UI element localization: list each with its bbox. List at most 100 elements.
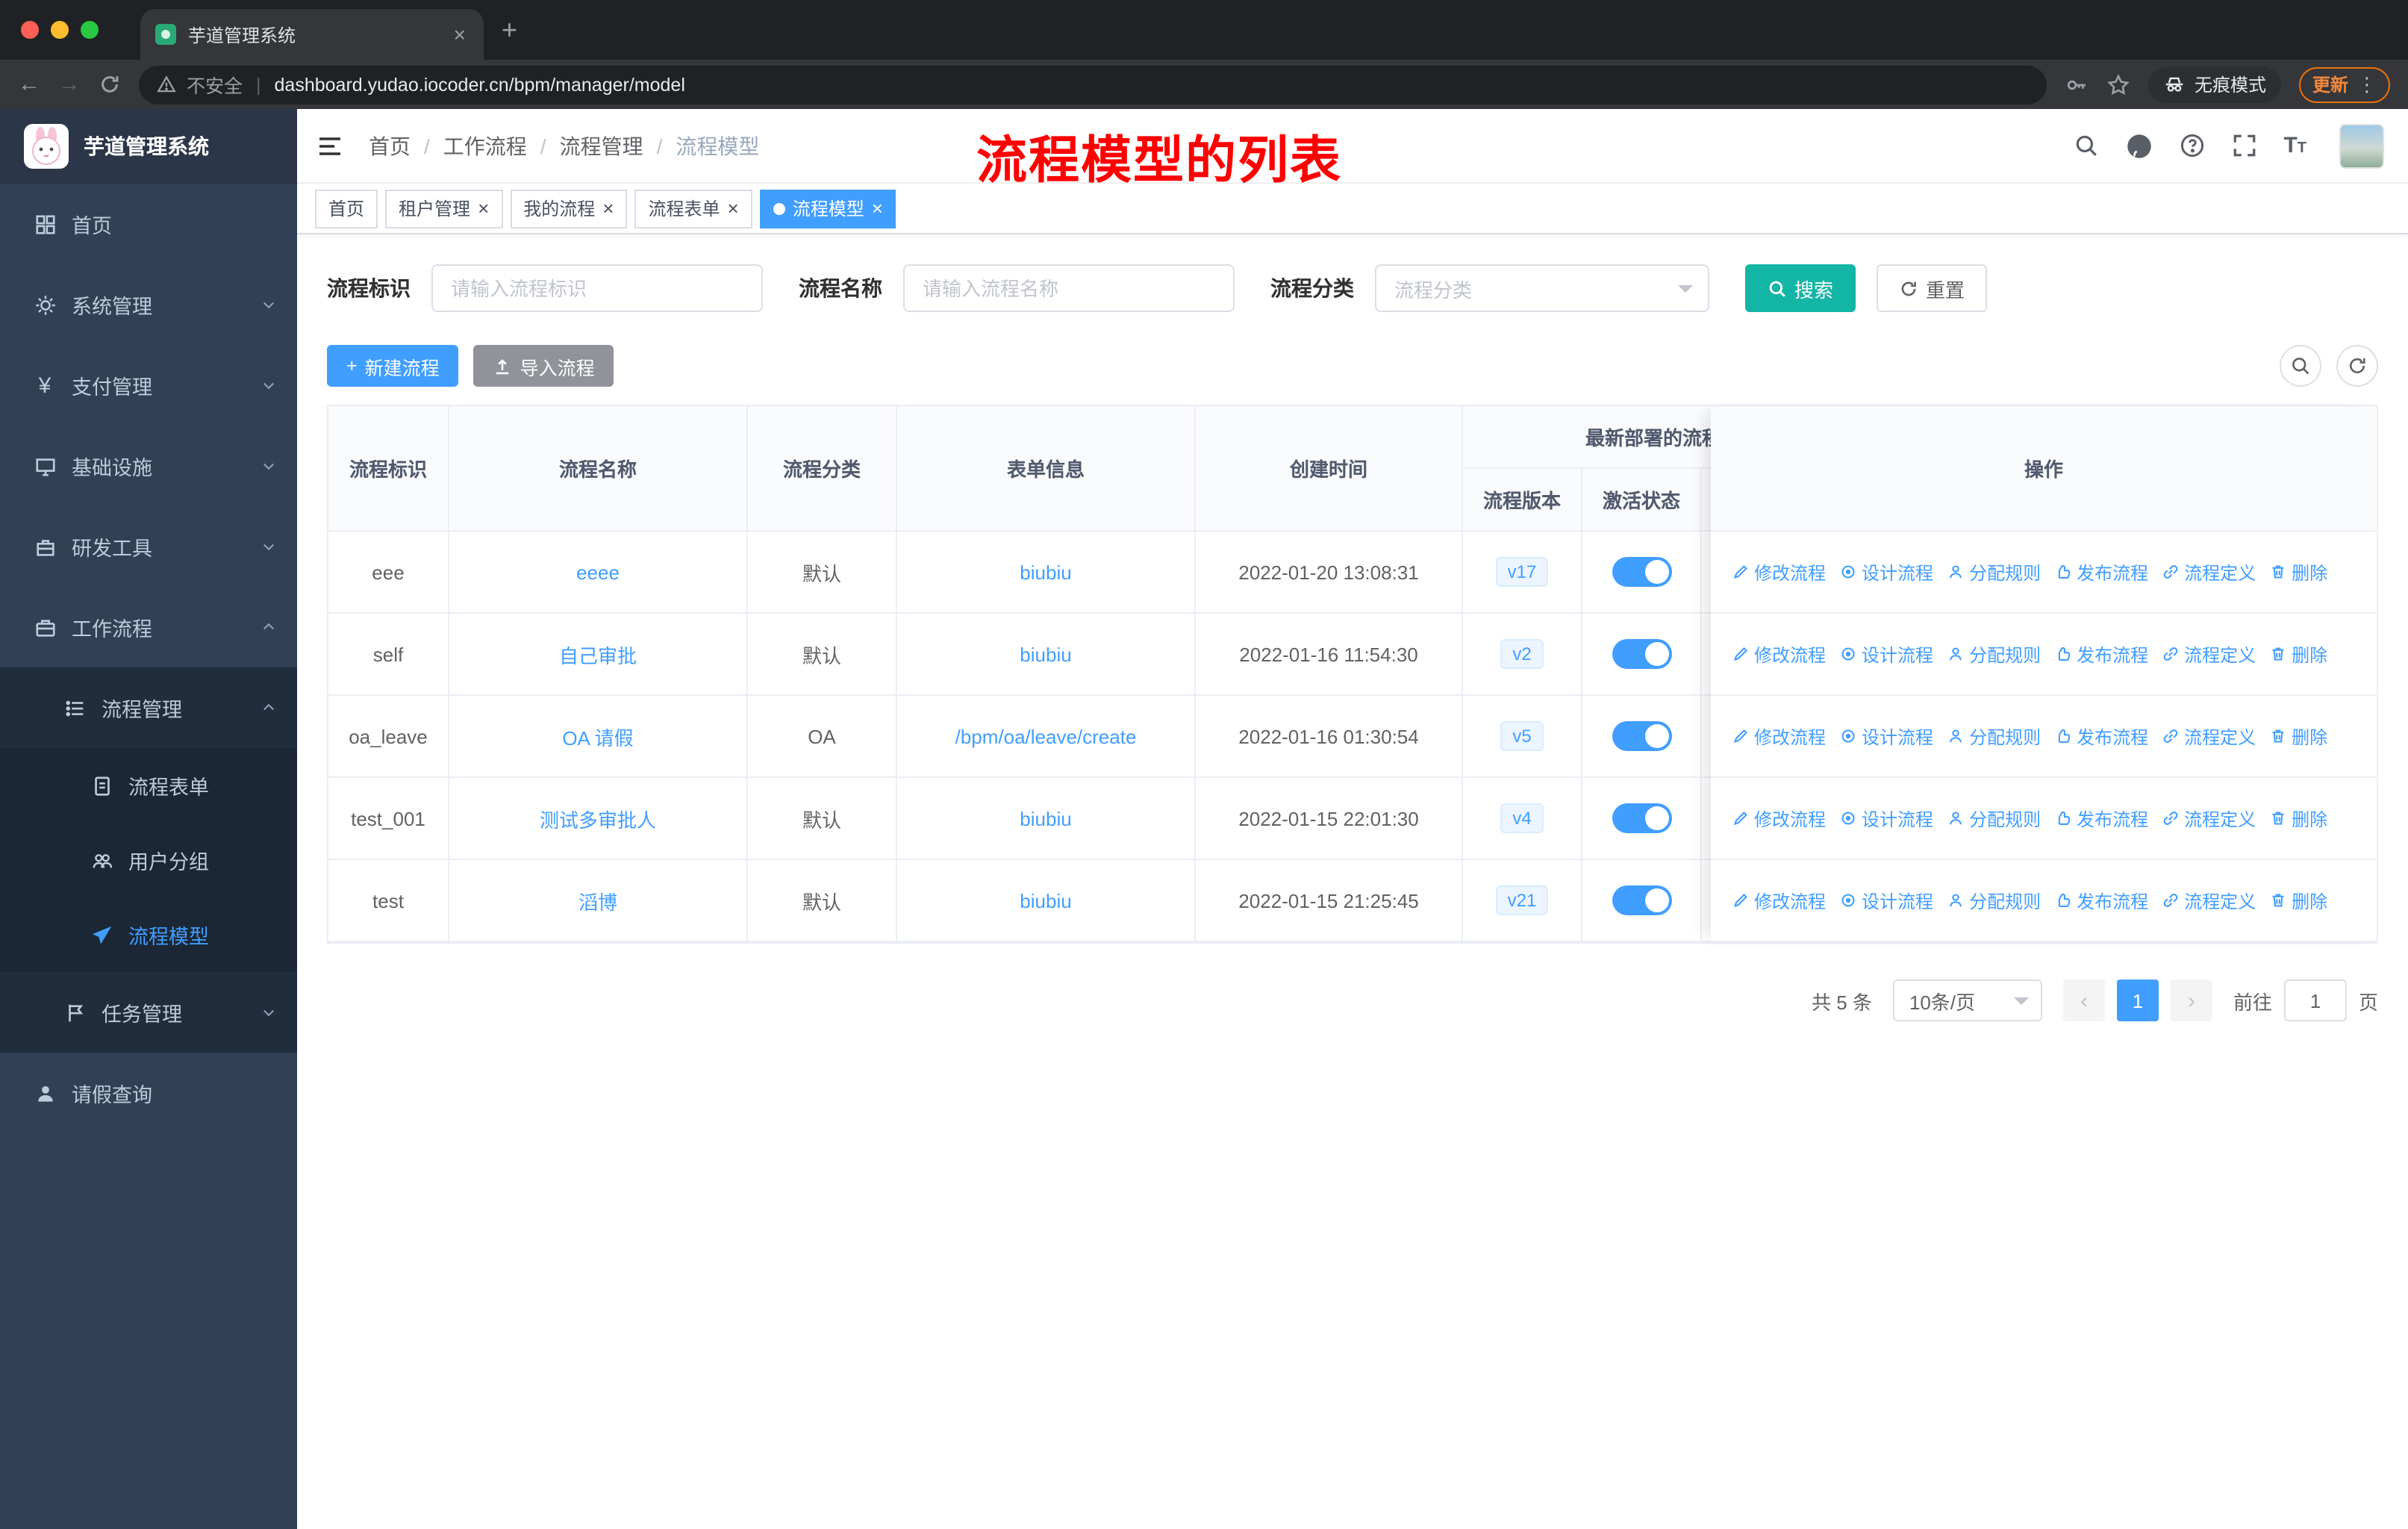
prev-page-button[interactable]: ‹: [2062, 980, 2105, 1021]
sidebar-item-leave-query[interactable]: 请假查询: [0, 1053, 297, 1133]
help-icon[interactable]: [2179, 133, 2204, 158]
font-size-icon[interactable]: TT: [2283, 133, 2306, 158]
form-info-link[interactable]: biubiu: [1020, 643, 1071, 665]
password-key-icon[interactable]: [2065, 72, 2089, 96]
action-edit-link[interactable]: 修改流程: [1732, 559, 1826, 585]
process-name-link[interactable]: eeee: [576, 561, 620, 583]
action-design-link[interactable]: 设计流程: [1839, 723, 1933, 749]
sidebar-item-infra[interactable]: 基础设施: [0, 426, 297, 506]
active-toggle[interactable]: [1612, 557, 1671, 587]
action-publish-link[interactable]: 发布流程: [2054, 888, 2148, 913]
tag-close-icon[interactable]: ×: [872, 199, 883, 218]
process-key-input[interactable]: [431, 264, 763, 312]
action-publish-link[interactable]: 发布流程: [2054, 806, 2148, 831]
action-assign-rule-link[interactable]: 分配规则: [1947, 559, 2041, 585]
action-design-link[interactable]: 设计流程: [1839, 888, 1933, 913]
action-delete-link[interactable]: 删除: [2269, 559, 2327, 585]
tag-close-icon[interactable]: ×: [602, 199, 614, 218]
category-select[interactable]: 流程分类: [1375, 264, 1709, 312]
form-info-link[interactable]: /bpm/oa/leave/create: [955, 725, 1137, 747]
window-close-button[interactable]: [21, 21, 39, 39]
bookmark-star-icon[interactable]: [2106, 72, 2130, 96]
goto-page-input[interactable]: [2283, 980, 2347, 1021]
action-publish-link[interactable]: 发布流程: [2054, 641, 2148, 667]
process-name-link[interactable]: OA 请假: [562, 722, 633, 750]
page-tag[interactable]: 流程模型 ×: [759, 189, 896, 228]
action-delete-link[interactable]: 删除: [2269, 888, 2327, 913]
active-toggle[interactable]: [1612, 803, 1671, 833]
action-assign-rule-link[interactable]: 分配规则: [1947, 723, 2041, 749]
page-tag[interactable]: 租户管理 ×: [385, 189, 503, 228]
page-tag[interactable]: 我的流程 ×: [510, 189, 628, 228]
page-number-button[interactable]: 1: [2116, 980, 2159, 1021]
sidebar-item-process-mgmt[interactable]: 流程管理: [0, 667, 297, 748]
action-delete-link[interactable]: 删除: [2269, 641, 2327, 667]
action-definition-link[interactable]: 流程定义: [2162, 888, 2256, 913]
search-button[interactable]: 搜索: [1745, 264, 1856, 312]
tag-close-icon[interactable]: ×: [478, 199, 489, 218]
sidebar-item-process-model[interactable]: 流程模型: [0, 897, 297, 972]
sidebar-item-payment[interactable]: ¥ 支付管理: [0, 345, 297, 426]
sidebar-item-workflow[interactable]: 工作流程: [0, 587, 297, 667]
action-definition-link[interactable]: 流程定义: [2162, 806, 2256, 831]
tab-close-icon[interactable]: ×: [451, 22, 469, 46]
active-toggle[interactable]: [1612, 639, 1671, 669]
action-edit-link[interactable]: 修改流程: [1732, 806, 1826, 831]
action-design-link[interactable]: 设计流程: [1839, 806, 1933, 831]
toggle-search-button[interactable]: [2280, 345, 2321, 387]
page-tag[interactable]: 流程表单 ×: [634, 189, 752, 228]
action-edit-link[interactable]: 修改流程: [1732, 641, 1826, 667]
page-size-select[interactable]: 10条/页: [1892, 980, 2042, 1021]
import-process-button[interactable]: 导入流程: [473, 345, 614, 387]
tag-close-icon[interactable]: ×: [728, 199, 739, 218]
window-zoom-button[interactable]: [81, 21, 99, 39]
action-definition-link[interactable]: 流程定义: [2162, 559, 2256, 585]
refresh-table-button[interactable]: [2336, 345, 2378, 387]
action-assign-rule-link[interactable]: 分配规则: [1947, 641, 2041, 667]
sidebar-item-home[interactable]: 首页: [0, 184, 297, 264]
action-definition-link[interactable]: 流程定义: [2162, 641, 2256, 667]
action-publish-link[interactable]: 发布流程: [2054, 723, 2148, 749]
sidebar-item-task-mgmt[interactable]: 任务管理: [0, 972, 297, 1053]
process-name-link[interactable]: 测试多审批人: [540, 804, 656, 832]
process-name-link[interactable]: 自己审批: [559, 640, 637, 668]
sidebar-item-user-group[interactable]: 用户分组: [0, 823, 297, 897]
github-icon[interactable]: [2125, 132, 2152, 159]
sidebar-item-devtools[interactable]: 研发工具: [0, 506, 297, 587]
process-name-input[interactable]: [903, 264, 1235, 312]
browser-tab[interactable]: 芋道管理系统 ×: [140, 9, 484, 60]
back-icon[interactable]: ←: [18, 73, 40, 96]
sidebar-item-process-form[interactable]: 流程表单: [0, 748, 297, 823]
action-assign-rule-link[interactable]: 分配规则: [1947, 806, 2041, 831]
breadcrumb-item[interactable]: 首页: [369, 131, 411, 161]
form-info-link[interactable]: biubiu: [1020, 807, 1071, 829]
url-field[interactable]: 不安全 | dashboard.yudao.iocoder.cn/bpm/man…: [139, 65, 2047, 104]
process-name-link[interactable]: 滔博: [578, 886, 617, 915]
next-page-button[interactable]: ›: [2170, 980, 2212, 1021]
page-tag[interactable]: 首页: [315, 189, 378, 228]
forward-icon[interactable]: →: [58, 73, 81, 96]
breadcrumb-item[interactable]: 流程管理: [560, 131, 643, 161]
action-design-link[interactable]: 设计流程: [1839, 641, 1933, 667]
browser-menu-icon[interactable]: ⋮: [2357, 72, 2377, 96]
hamburger-icon[interactable]: [315, 131, 345, 161]
action-edit-link[interactable]: 修改流程: [1732, 888, 1826, 913]
window-minimize-button[interactable]: [51, 21, 69, 39]
active-toggle[interactable]: [1612, 721, 1671, 751]
avatar[interactable]: [2339, 123, 2384, 168]
action-delete-link[interactable]: 删除: [2269, 806, 2327, 831]
action-assign-rule-link[interactable]: 分配规则: [1947, 888, 2041, 913]
active-toggle[interactable]: [1612, 885, 1671, 915]
sidebar-item-system[interactable]: 系统管理: [0, 264, 297, 345]
new-tab-button[interactable]: +: [502, 14, 517, 46]
action-edit-link[interactable]: 修改流程: [1732, 723, 1826, 749]
action-design-link[interactable]: 设计流程: [1839, 559, 1933, 585]
breadcrumb-item[interactable]: 工作流程: [443, 131, 527, 161]
fullscreen-icon[interactable]: [2231, 133, 2256, 158]
form-info-link[interactable]: biubiu: [1020, 561, 1071, 583]
action-definition-link[interactable]: 流程定义: [2162, 723, 2256, 749]
form-info-link[interactable]: biubiu: [1020, 889, 1071, 912]
action-publish-link[interactable]: 发布流程: [2054, 559, 2148, 585]
browser-update-button[interactable]: 更新 ⋮: [2298, 66, 2390, 102]
action-delete-link[interactable]: 删除: [2269, 723, 2327, 749]
